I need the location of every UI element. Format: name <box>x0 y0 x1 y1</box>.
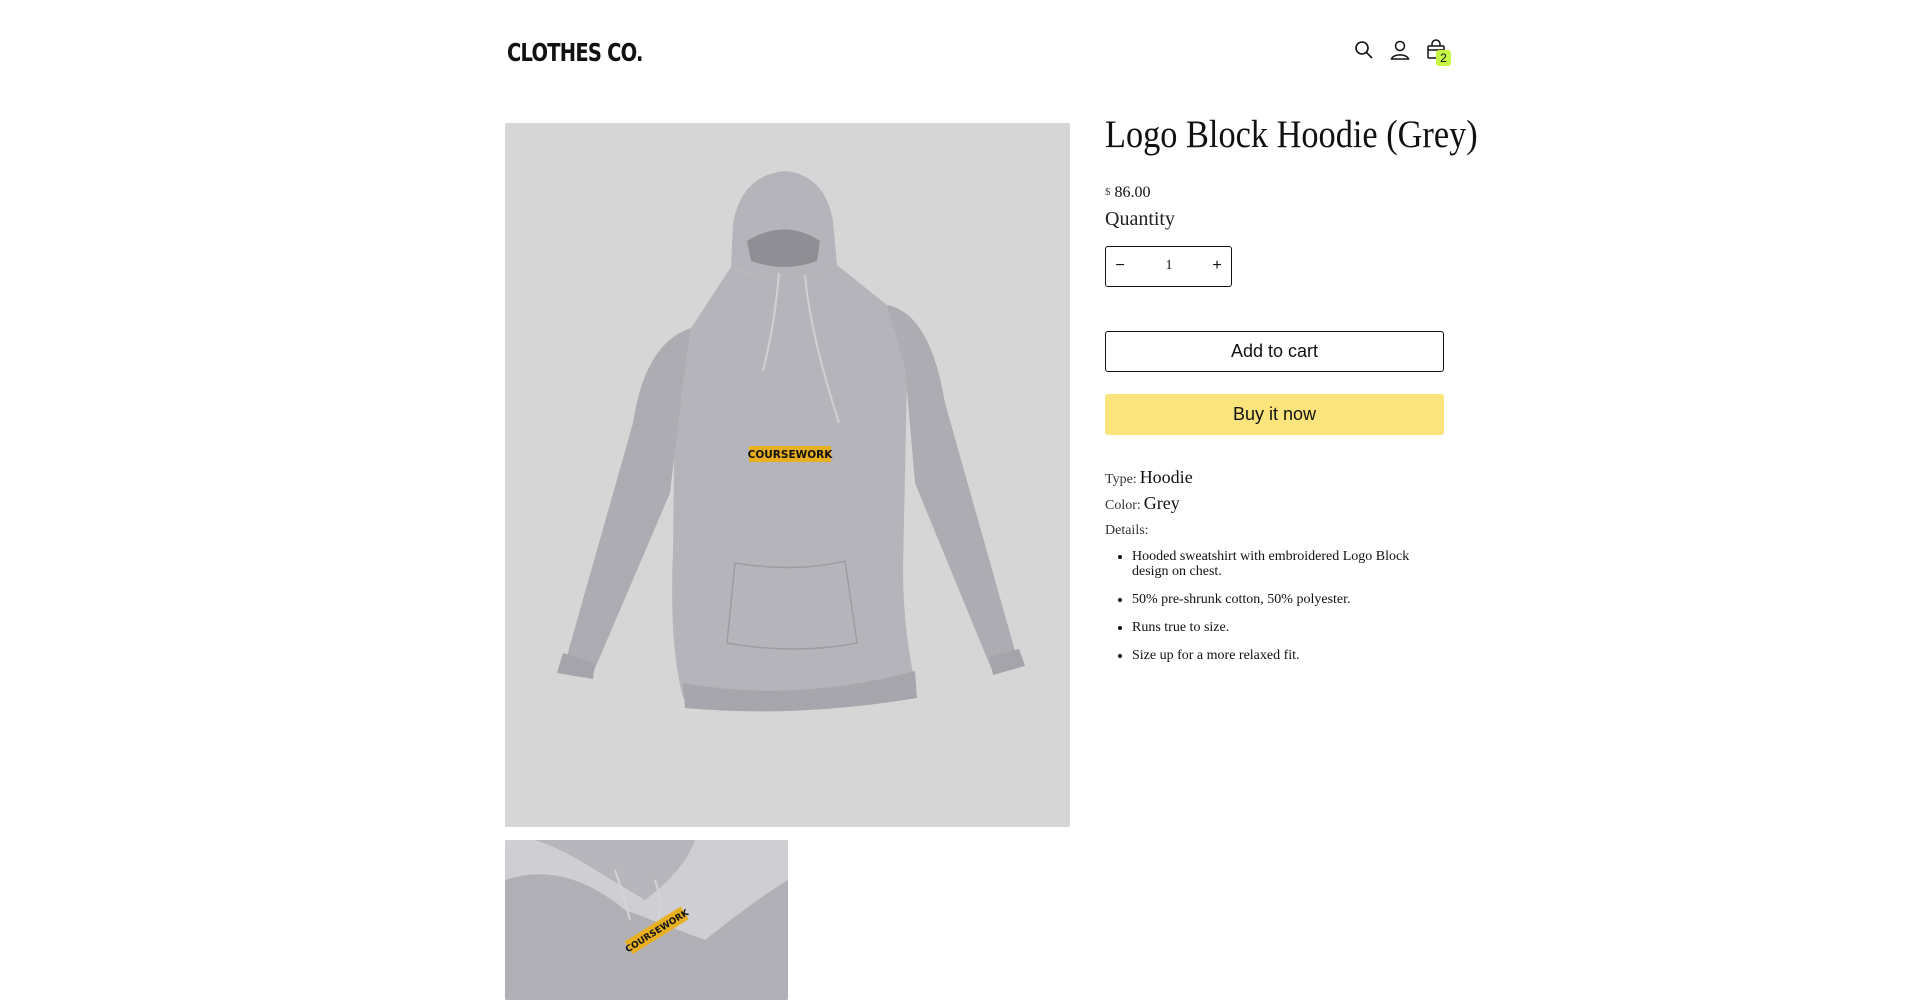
quantity-decrease-button[interactable]: − <box>1106 247 1134 285</box>
hoodie-print-text: COURSEWORK <box>748 449 834 461</box>
price-value: 86.00 <box>1114 184 1151 201</box>
color-label: Color: <box>1105 498 1141 513</box>
type-value: Hoodie <box>1139 467 1193 487</box>
quantity-label: Quantity <box>1105 208 1175 230</box>
buy-now-button[interactable]: Buy it now <box>1105 394 1444 435</box>
add-to-cart-button[interactable]: Add to cart <box>1105 331 1444 372</box>
details-item: 50% pre-shrunk cotton, 50% polyester. <box>1132 592 1432 607</box>
quantity-increase-button[interactable]: + <box>1203 247 1231 285</box>
search-icon[interactable] <box>1352 38 1376 62</box>
product-price: $86.00 <box>1105 184 1151 202</box>
details-item: Hooded sweatshirt with embroidered Logo … <box>1132 549 1432 579</box>
product-type: Type: Hoodie <box>1105 467 1193 488</box>
site-header: CLOTHES CO. 2 <box>0 0 1920 100</box>
account-icon[interactable] <box>1388 38 1412 62</box>
type-label: Type: <box>1105 472 1137 487</box>
cart-count-badge: 2 <box>1436 50 1451 66</box>
site-logo[interactable]: CLOTHES CO. <box>507 38 643 67</box>
details-label: Details: <box>1105 523 1149 538</box>
product-color: Color: Grey <box>1105 493 1180 514</box>
product-thumbnail[interactable]: COURSEWORK <box>505 840 788 1000</box>
details-list: Hooded sweatshirt with embroidered Logo … <box>1105 549 1432 676</box>
details-item: Runs true to size. <box>1132 620 1432 635</box>
quantity-input[interactable] <box>1140 247 1198 285</box>
details-item: Size up for a more relaxed fit. <box>1132 648 1432 663</box>
quantity-stepper: − + <box>1105 246 1232 287</box>
price-currency: $ <box>1105 186 1111 198</box>
color-value: Grey <box>1143 493 1180 513</box>
product-main-image[interactable]: COURSEWORK <box>505 123 1070 827</box>
product-title: Logo Block Hoodie (Grey) <box>1105 113 1478 156</box>
